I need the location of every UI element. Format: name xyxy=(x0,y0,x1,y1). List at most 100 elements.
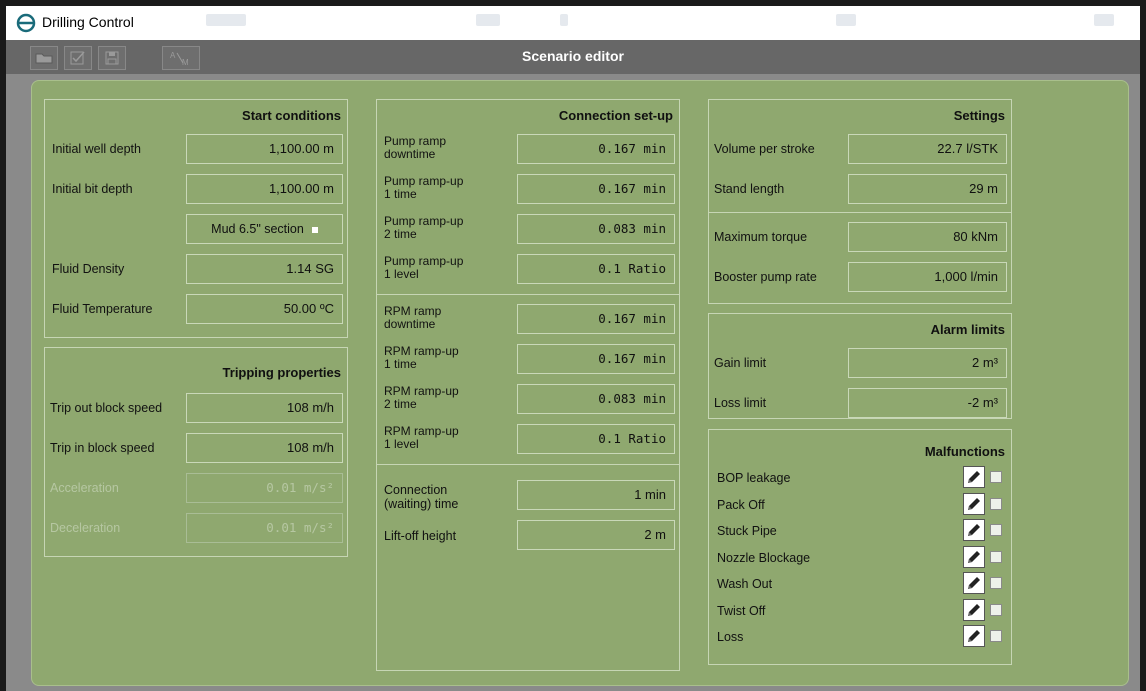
mud-section-select[interactable]: Mud 6.5" section xyxy=(186,214,343,244)
dropdown-indicator-icon xyxy=(311,226,318,233)
trip-out-speed-field[interactable]: 108 m/h xyxy=(186,393,343,423)
start-conditions-title: Start conditions xyxy=(242,108,341,123)
malfunction-label: Loss xyxy=(717,630,744,644)
fluid-temperature-field[interactable]: 50.00 ºC xyxy=(186,294,343,324)
volume-per-stroke-label: Volume per stroke xyxy=(714,142,815,156)
gain-limit-label: Gain limit xyxy=(714,356,767,370)
malfunction-label: BOP leakage xyxy=(717,471,791,485)
liftoff-height-label: Lift-off height xyxy=(384,529,457,543)
edit-pencil-icon[interactable] xyxy=(963,598,985,621)
connection-time-label: Connection (waiting) time xyxy=(384,483,459,511)
pump-ramp-downtime-label: Pump ramp downtime xyxy=(384,134,447,161)
booster-pump-rate-label: Booster pump rate xyxy=(714,270,817,284)
maximum-torque-label: Maximum torque xyxy=(714,230,808,244)
loss-limit-field[interactable]: -2 m³ xyxy=(848,388,1007,418)
malfunction-checkbox[interactable] xyxy=(990,630,1002,642)
volume-per-stroke-field[interactable]: 22.7 l/STK xyxy=(848,134,1007,164)
loss-limit-label: Loss limit xyxy=(714,396,767,410)
fluid-temperature-label: Fluid Temperature xyxy=(52,302,153,316)
booster-pump-rate-field[interactable]: 1,000 l/min xyxy=(848,262,1007,292)
app-window: Drilling Control AM Scenario editor Star… xyxy=(6,6,1140,691)
tripping-properties-title: Tripping properties xyxy=(222,365,341,380)
title-bar: Drilling Control xyxy=(6,6,1140,40)
malfunction-label: Twist Off xyxy=(717,603,766,618)
gain-limit-field[interactable]: 2 m³ xyxy=(848,348,1007,378)
divider xyxy=(377,294,679,295)
fluid-density-field[interactable]: 1.14 SG xyxy=(186,254,343,284)
alarm-limits-group: Alarm limits Gain limit 2 m³ Loss limit … xyxy=(708,313,1012,419)
trip-out-speed-label: Trip out block speed xyxy=(50,401,163,415)
rpm-rampup-2-time-label: RPM ramp-up 2 time xyxy=(384,384,459,411)
settings-title: Settings xyxy=(953,108,1005,123)
edit-pencil-icon[interactable] xyxy=(963,466,985,488)
malfunction-checkbox[interactable] xyxy=(990,550,1002,563)
window-title: Drilling Control xyxy=(42,14,134,30)
pump-rampup-1-level-field[interactable]: 0.1 Ratio xyxy=(517,254,675,284)
alarm-limits-title: Alarm limits xyxy=(930,322,1005,337)
maximum-torque-field[interactable]: 80 kNm xyxy=(848,222,1007,252)
malfunction-checkbox[interactable] xyxy=(990,497,1002,510)
initial-bit-depth-field[interactable]: 1,100.00 m xyxy=(186,174,343,204)
malfunction-checkbox[interactable] xyxy=(990,577,1002,589)
pump-rampup-1-time-field[interactable]: 0.167 min xyxy=(517,174,675,204)
divider xyxy=(377,464,679,465)
pump-rampup-1-level-label: Pump ramp-up 1 level xyxy=(384,254,464,281)
malfunctions-title: Malfunctions xyxy=(924,444,1005,459)
edit-pencil-icon[interactable] xyxy=(963,519,985,541)
initial-well-depth-field[interactable]: 1,100.00 m xyxy=(186,134,343,164)
rpm-ramp-downtime-field[interactable]: 0.167 min xyxy=(517,304,675,334)
divider xyxy=(709,212,1011,213)
pump-ramp-downtime-field[interactable]: 0.167 min xyxy=(517,134,675,164)
malfunction-checkbox[interactable] xyxy=(990,603,1002,616)
rpm-rampup-1-level-field[interactable]: 0.1 Ratio xyxy=(517,424,675,454)
rpm-rampup-2-time-field[interactable]: 0.083 min xyxy=(517,384,675,414)
toolbar: AM Scenario editor xyxy=(6,40,1140,74)
pump-rampup-1-time-label: Pump ramp-up 1 time xyxy=(384,174,464,201)
edit-pencil-icon[interactable] xyxy=(963,572,985,594)
connection-setup-group: Connection set-up Pump ramp downtime 0.16… xyxy=(376,99,680,671)
editor-title: Scenario editor xyxy=(522,48,624,64)
acceleration-field: 0.01 m/s² xyxy=(186,473,343,503)
connection-time-field[interactable]: 1 min xyxy=(517,480,675,510)
malfunction-row: Loss xyxy=(717,625,1007,651)
app-logo-icon xyxy=(16,13,36,33)
malfunction-checkbox[interactable] xyxy=(990,471,1002,483)
background-blur xyxy=(206,14,246,26)
pump-rampup-2-time-label: Pump ramp-up 2 time xyxy=(384,214,464,241)
trip-in-speed-field[interactable]: 108 m/h xyxy=(186,433,343,463)
rpm-rampup-1-level-label: RPM ramp-up 1 level xyxy=(384,424,459,451)
background-blur xyxy=(560,14,568,26)
trip-in-speed-label: Trip in block speed xyxy=(50,441,155,455)
malfunction-checkbox[interactable] xyxy=(990,524,1002,536)
deceleration-label: Deceleration xyxy=(50,521,121,535)
fluid-density-label: Fluid Density xyxy=(52,262,125,276)
pump-rampup-2-time-field[interactable]: 0.083 min xyxy=(517,214,675,244)
scenario-panel: Start conditions Initial well depth 1,10… xyxy=(31,80,1129,686)
stand-length-label: Stand length xyxy=(714,182,785,196)
deceleration-field: 0.01 m/s² xyxy=(186,513,343,543)
initial-well-depth-label: Initial well depth xyxy=(52,142,141,156)
malfunction-label: Wash Out xyxy=(717,577,773,591)
connection-setup-title: Connection set-up xyxy=(558,108,673,123)
rpm-ramp-downtime-label: RPM ramp downtime xyxy=(384,304,442,331)
acceleration-label: Acceleration xyxy=(50,481,119,495)
stand-length-field[interactable]: 29 m xyxy=(848,174,1007,204)
rpm-rampup-1-time-label: RPM ramp-up 1 time xyxy=(384,344,459,371)
start-conditions-group: Start conditions Initial well depth 1,10… xyxy=(44,99,348,338)
edit-pencil-icon[interactable] xyxy=(963,492,985,515)
malfunction-row: Stuck Pipe xyxy=(717,519,1007,545)
liftoff-height-field[interactable]: 2 m xyxy=(517,520,675,550)
malfunction-row: Twist Off xyxy=(717,598,1007,625)
malfunction-label: Pack Off xyxy=(717,497,765,512)
malfunction-row: Nozzle Blockage xyxy=(717,545,1007,572)
rpm-rampup-1-time-field[interactable]: 0.167 min xyxy=(517,344,675,374)
background-blur xyxy=(476,14,500,26)
initial-bit-depth-label: Initial bit depth xyxy=(52,182,133,196)
edit-pencil-icon[interactable] xyxy=(963,625,985,647)
malfunction-row: Wash Out xyxy=(717,572,1007,598)
background-blur xyxy=(1094,14,1114,26)
edit-pencil-icon[interactable] xyxy=(963,545,985,568)
malfunction-label: Nozzle Blockage xyxy=(717,550,811,565)
background-blur xyxy=(836,14,856,26)
malfunction-row: BOP leakage xyxy=(717,466,1007,492)
